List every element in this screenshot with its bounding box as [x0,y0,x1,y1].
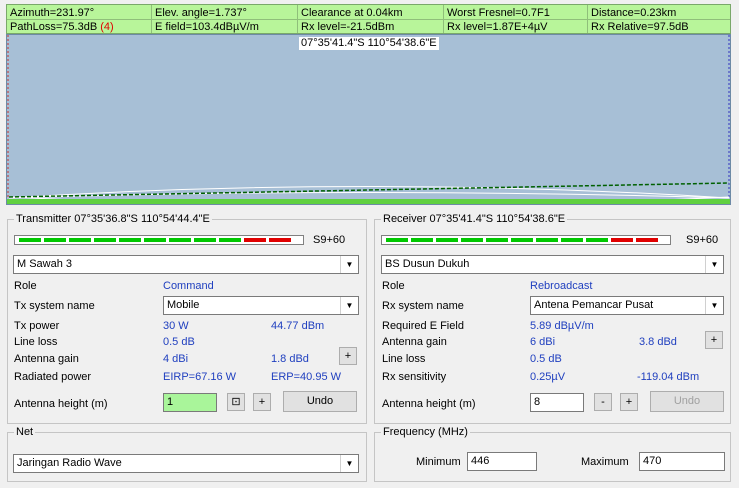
rx-height-label: Antenna height (m) [382,398,476,410]
tx-eirp-value: EIRP=67.16 W [163,371,237,383]
freq-min-input[interactable]: 446 [467,452,537,471]
transmitter-group: Transmitter 07°35'36.8"S 110°54'44.4"E S… [7,212,367,424]
efield-readout: E field=103.4dBµV/m [155,21,259,33]
cursor-coordinate-label: 07°35'41.4"S 110°54'38.6"E [299,37,439,50]
chevron-down-icon: ▼ [705,256,723,273]
tx-site-select[interactable]: M Sawah 3 ▼ [13,255,359,274]
freq-max-label: Maximum [581,456,629,468]
rx-meter-label: S9+60 [686,234,719,246]
rx-sensitivity-uv: 0.25µV [530,371,566,383]
tx-height-increase-button[interactable]: + [253,393,271,411]
receiver-group: Receiver 07°35'41.4"S 110°54'38.6"E S9+6… [374,212,731,424]
chevron-down-icon: ▼ [705,297,723,314]
distance-readout: Distance=0.23km [591,7,677,19]
net-value: Jaringan Radio Wave [17,457,122,469]
frequency-group: Frequency (MHz) Minimum 446 Maximum 470 [374,425,731,482]
tx-gain-label: Antenna gain [14,353,79,365]
rx-sensitivity-dbm: -119.04 dBm [637,371,700,383]
rx-undo-button[interactable]: Undo [650,391,724,412]
tx-site-value: M Sawah 3 [17,258,73,270]
tx-gain-dbi: 4 dBi [163,353,189,365]
tx-system-value: Mobile [167,299,200,311]
info-bar: Azimuth=231.97° Elev. angle=1.737° Clear… [6,4,731,34]
terrain-ground [7,199,730,204]
tx-height-pick-button[interactable]: ⊡ [227,393,245,411]
rx-relative-readout: Rx Relative=97.5dB [591,21,689,33]
rx-level-uv-readout: Rx level=1.87E+4µV [447,21,548,33]
rx-signal-meter [381,235,671,245]
tx-signal-meter [14,235,304,245]
net-group: Net Jaringan Radio Wave ▼ [7,425,367,482]
info-col-divider [443,5,444,33]
net-title: Net [14,425,36,439]
profile-graph [7,35,730,204]
chevron-down-icon: ▼ [340,455,358,472]
terrain-profile-view[interactable]: 07°35'41.4"S 110°54'38.6"E [6,34,731,205]
tx-gain-add-button[interactable]: + [339,347,357,365]
chevron-down-icon: ▼ [340,297,358,314]
info-col-divider [587,5,588,33]
rx-gain-label: Antenna gain [382,336,447,348]
receiver-title: Receiver 07°35'41.4"S 110°54'38.6"E [381,212,568,226]
tx-erp-value: ERP=40.95 W [271,371,342,383]
rx-system-label: Rx system name [382,300,464,312]
tx-lineloss-value: 0.5 dB [163,336,195,348]
tx-undo-button[interactable]: Undo [283,391,357,412]
tx-meter-label: S9+60 [313,234,346,246]
rx-sensitivity-label: Rx sensitivity [382,371,447,383]
clearance-readout: Clearance at 0.04km [301,7,403,19]
rx-role-value: Rebroadcast [530,280,593,292]
elev-angle-readout: Elev. angle=1.737° [155,7,247,19]
rx-height-decrease-button[interactable]: - [594,393,612,411]
rx-gain-dbd: 3.8 dBd [639,336,677,348]
rx-system-value: Antena Pemancar Pusat [534,299,654,311]
tx-power-watts: 30 W [163,320,189,332]
tx-height-input[interactable]: 1 [163,393,217,412]
tx-role-label: Role [14,280,37,292]
tx-radiated-label: Radiated power [14,371,92,383]
rx-gain-dbi: 6 dBi [530,336,556,348]
net-select[interactable]: Jaringan Radio Wave ▼ [13,454,359,473]
rx-height-increase-button[interactable]: + [620,393,638,411]
tx-system-select[interactable]: Mobile ▼ [163,296,359,315]
info-col-divider [151,5,152,33]
frequency-title: Frequency (MHz) [381,425,470,439]
rx-system-select[interactable]: Antena Pemancar Pusat ▼ [530,296,724,315]
tx-height-label: Antenna height (m) [14,398,108,410]
rx-site-value: BS Dusun Dukuh [385,258,470,270]
azimuth-readout: Azimuth=231.97° [10,7,95,19]
rx-height-input[interactable]: 8 [530,393,584,412]
rx-gain-add-button[interactable]: + [705,331,723,349]
freq-min-label: Minimum [416,456,461,468]
tx-lineloss-label: Line loss [14,336,58,348]
rx-efield-label: Required E Field [382,320,464,332]
pathloss-readout: PathLoss=75.3dB (4) [10,20,114,34]
pathloss-value: PathLoss=75.3dB [10,21,98,33]
rx-efield-value: 5.89 dBµV/m [530,320,594,332]
rx-level-dbm-readout: Rx level=-21.5dBm [301,21,395,33]
rx-lineloss-value: 0.5 dB [530,353,562,365]
tx-gain-dbd: 1.8 dBd [271,353,309,365]
worst-fresnel-readout: Worst Fresnel=0.7F1 [447,7,550,19]
tx-power-dbm: 44.77 dBm [271,320,325,332]
rx-site-select[interactable]: BS Dusun Dukuh ▼ [381,255,724,274]
chevron-down-icon: ▼ [340,256,358,273]
transmitter-title: Transmitter 07°35'36.8"S 110°54'44.4"E [14,212,212,226]
freq-max-input[interactable]: 470 [639,452,725,471]
tx-power-label: Tx power [14,320,60,332]
pathloss-count: (4) [100,21,114,33]
tx-role-value: Command [163,280,214,292]
tx-system-label: Tx system name [14,300,95,312]
rx-role-label: Role [382,280,405,292]
info-col-divider [297,5,298,33]
rx-lineloss-label: Line loss [382,353,426,365]
